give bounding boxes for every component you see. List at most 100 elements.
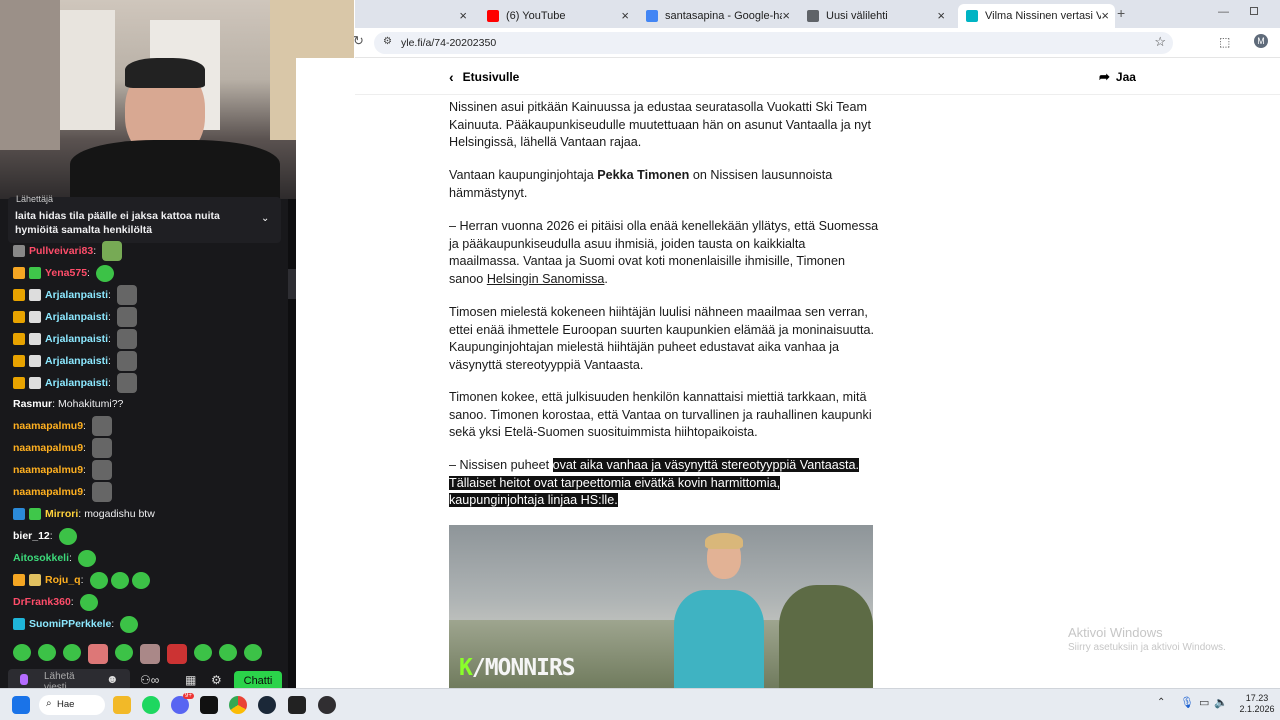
chat-username[interactable]: DrFrank360 xyxy=(13,596,71,608)
maximize-icon[interactable] xyxy=(1250,7,1258,15)
chat-badge-icon[interactable] xyxy=(13,508,25,520)
emote-icon[interactable] xyxy=(116,351,137,371)
emote-icon[interactable] xyxy=(120,615,139,633)
browser-tab[interactable]: santasapina - Google-haku× xyxy=(638,4,796,28)
close-tab-icon[interactable]: × xyxy=(1101,9,1109,22)
steam-icon[interactable] xyxy=(258,696,276,714)
chat-badge-icon[interactable] xyxy=(13,333,25,345)
emote-icon[interactable] xyxy=(102,241,123,261)
chat-badge-icon[interactable] xyxy=(13,311,25,323)
spotify-icon[interactable] xyxy=(142,696,160,714)
chat-badge-icon[interactable] xyxy=(29,311,41,323)
chat-badge-icon[interactable] xyxy=(29,289,41,301)
app-icon[interactable] xyxy=(288,696,306,714)
chat-username[interactable]: Arjalanpaisti xyxy=(45,289,108,301)
share-button[interactable]: ➦ Jaa xyxy=(1099,69,1136,85)
emote-icon[interactable] xyxy=(89,571,108,589)
emote-icon[interactable] xyxy=(116,307,137,327)
chat-username[interactable]: Yena575 xyxy=(45,267,87,279)
chat-badge-icon[interactable] xyxy=(29,574,41,586)
close-tab-icon[interactable]: × xyxy=(621,9,629,22)
close-tab-icon[interactable]: × xyxy=(782,9,790,22)
chat-username[interactable]: Mirrori xyxy=(45,508,78,520)
emote-icon[interactable] xyxy=(91,416,112,436)
hs-link[interactable]: Helsingin Sanomissa xyxy=(487,272,605,286)
gift-icon[interactable]: ▦ xyxy=(185,673,196,687)
chat-badge-icon[interactable] xyxy=(29,377,41,389)
emote-icon[interactable] xyxy=(91,438,112,458)
chrome-icon[interactable] xyxy=(229,696,247,714)
chat-username[interactable]: bier_12 xyxy=(13,530,50,542)
chat-badge-icon[interactable] xyxy=(13,618,25,630)
chevron-down-icon[interactable]: ⌄ xyxy=(261,213,269,224)
emote-icon[interactable] xyxy=(38,644,56,661)
emote-icon[interactable] xyxy=(13,644,31,661)
emote-icon[interactable] xyxy=(131,571,150,589)
browser-tab[interactable]: × xyxy=(355,4,473,28)
chat-badge-icon[interactable] xyxy=(13,267,25,279)
clock[interactable]: 17.23 2.1.2026 xyxy=(1239,693,1275,715)
windows-start-icon[interactable] xyxy=(12,696,30,714)
emote-icon[interactable] xyxy=(58,527,77,545)
chat-username[interactable]: naamapalmu9 xyxy=(13,486,83,498)
url-field[interactable]: ⚙ yle.fi/a/74-20202350 ☆ xyxy=(374,32,1173,54)
bits-icon[interactable] xyxy=(20,674,28,685)
emote-icon[interactable] xyxy=(91,460,112,480)
close-tab-icon[interactable]: × xyxy=(937,9,945,22)
microphone-icon[interactable]: 🎙 xyxy=(1180,696,1194,709)
site-settings-icon[interactable]: ⚙ xyxy=(383,36,392,47)
gear-icon[interactable]: ⚙ xyxy=(211,673,222,687)
reload-icon[interactable]: ↻ xyxy=(353,33,364,49)
emote-icon[interactable] xyxy=(88,644,108,664)
file-explorer-icon[interactable] xyxy=(113,696,131,714)
emote-icon[interactable] xyxy=(116,285,137,305)
emote-icon[interactable] xyxy=(79,593,98,611)
emote-icon[interactable] xyxy=(63,644,81,661)
chat-username[interactable]: Roju_q xyxy=(45,574,81,586)
browser-tab[interactable]: Vilma Nissinen vertasi Vantaata× xyxy=(958,4,1115,28)
x-app-icon[interactable] xyxy=(200,696,218,714)
bookmark-star-icon[interactable]: ☆ xyxy=(1154,34,1166,50)
chat-username[interactable]: SuomiPPerkkele xyxy=(29,618,111,630)
emote-icon[interactable] xyxy=(244,644,262,661)
network-icon[interactable]: ▭ xyxy=(1199,696,1209,709)
chat-username[interactable]: Arjalanpaisti xyxy=(45,333,108,345)
chat-badge-icon[interactable] xyxy=(13,245,25,257)
chat-username[interactable]: Pullveivari83 xyxy=(29,245,93,257)
new-tab-button[interactable]: + xyxy=(1117,5,1125,21)
chat-username[interactable]: Rasmur xyxy=(13,398,52,410)
chat-badge-icon[interactable] xyxy=(13,355,25,367)
emote-icon[interactable] xyxy=(95,264,114,282)
search-box[interactable]: ⌕ Hae xyxy=(39,695,105,715)
emote-icon[interactable] xyxy=(194,644,212,661)
chat-badge-icon[interactable] xyxy=(29,508,41,520)
chat-username[interactable]: Arjalanpaisti xyxy=(45,377,108,389)
back-link[interactable]: ‹ Etusivulle xyxy=(449,69,519,85)
scrollbar[interactable] xyxy=(288,199,296,688)
chat-badge-icon[interactable] xyxy=(13,574,25,586)
profile-avatar[interactable]: M xyxy=(1254,34,1268,48)
emote-icon[interactable] xyxy=(115,644,133,661)
points-icon[interactable]: ⚇∞ xyxy=(140,673,159,687)
obs-icon[interactable] xyxy=(318,696,336,714)
emote-icon[interactable] xyxy=(116,373,137,393)
chat-username[interactable]: Arjalanpaisti xyxy=(45,355,108,367)
chat-username[interactable]: Aitosokkeli xyxy=(13,552,69,564)
chat-badge-icon[interactable] xyxy=(29,355,41,367)
emote-icon[interactable] xyxy=(219,644,237,661)
emoji-icon[interactable]: ☻ xyxy=(106,672,119,686)
chat-username[interactable]: naamapalmu9 xyxy=(13,442,83,454)
chevron-up-icon[interactable]: ⌃ xyxy=(1157,697,1165,708)
extensions-icon[interactable]: ⬚ xyxy=(1219,35,1230,49)
chat-badge-icon[interactable] xyxy=(29,267,41,279)
emote-icon[interactable] xyxy=(116,329,137,349)
chat-username[interactable]: Arjalanpaisti xyxy=(45,311,108,323)
chat-username[interactable]: naamapalmu9 xyxy=(13,420,83,432)
emote-icon[interactable] xyxy=(110,571,129,589)
browser-tab[interactable]: Uusi välilehti × xyxy=(799,4,951,28)
chat-badge-icon[interactable] xyxy=(13,377,25,389)
emote-icon[interactable] xyxy=(167,644,187,664)
emote-icon[interactable] xyxy=(91,482,112,502)
close-tab-icon[interactable]: × xyxy=(459,9,467,22)
browser-tab[interactable]: (6) YouTube × xyxy=(479,4,635,28)
